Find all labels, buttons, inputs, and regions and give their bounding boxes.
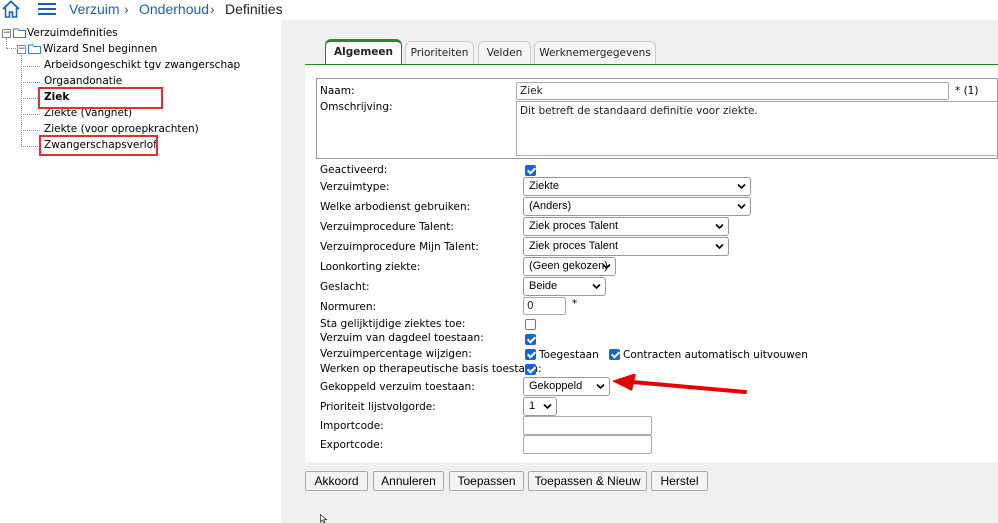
highlight-box — [39, 135, 158, 156]
breadcrumb-definities: Definities — [225, 1, 283, 17]
chevron-down-icon — [737, 183, 746, 190]
tree-group-label[interactable]: Wizard Snel beginnen — [43, 43, 157, 55]
mouse-cursor-icon — [320, 514, 328, 523]
procedure-mijn-talent-label: Verzuimprocedure Mijn Talent: — [320, 241, 479, 253]
arbodienst-label: Welke arbodienst gebruiken: — [320, 201, 471, 213]
naam-label: Naam: — [320, 85, 355, 97]
chevron-down-icon — [596, 383, 605, 390]
gelijktijdige-ziektes-checkbox[interactable] — [525, 319, 536, 330]
chevron-down-icon — [737, 203, 746, 210]
contracten-uitvouwen-label: Contracten automatisch uitvouwen — [623, 349, 808, 361]
geactiveerd-label: Geactiveerd: — [320, 164, 388, 176]
collapse-group-icon[interactable]: − — [17, 45, 26, 54]
highlight-box — [38, 87, 163, 109]
prioriteit-label: Prioriteit lijstvolgorde: — [320, 401, 436, 413]
folder-icon — [13, 28, 26, 38]
breadcrumb-onderhoud[interactable]: Onderhoud — [139, 1, 209, 17]
hamburger-menu-icon[interactable] — [38, 3, 56, 15]
naam-input[interactable]: Ziek — [516, 82, 949, 100]
toegestaan-checkbox[interactable] — [525, 349, 536, 360]
akkoord-button[interactable]: Akkoord — [305, 471, 368, 491]
chevron-down-icon — [715, 243, 724, 250]
omschrijving-label: Omschrijving: — [320, 101, 393, 113]
herstel-button[interactable]: Herstel — [651, 471, 708, 491]
top-bar: Verzuim › Onderhoud › Definities — [0, 0, 998, 20]
verzuimpercentage-label: Verzuimpercentage wijzigen: — [320, 348, 472, 360]
normuren-label: Normuren: — [320, 301, 377, 313]
geslacht-select[interactable]: Beide — [523, 277, 606, 296]
naam-required-marker: * (1) — [955, 85, 979, 97]
folder-icon — [28, 44, 41, 54]
tree-item[interactable]: Ziekte (voor oproepkrachten) — [44, 123, 199, 135]
chevron-down-icon — [602, 263, 611, 270]
annuleren-button[interactable]: Annuleren — [373, 471, 444, 491]
verzuimtype-label: Verzuimtype: — [320, 181, 390, 193]
procedure-talent-label: Verzuimprocedure Talent: — [320, 221, 454, 233]
loonkorting-select[interactable]: (Geen gekozen) — [523, 257, 616, 276]
prioriteit-select[interactable]: 1 — [523, 397, 557, 416]
collapse-root-icon[interactable]: − — [2, 29, 11, 38]
exportcode-label: Exportcode: — [320, 439, 384, 451]
dagdeel-label: Verzuim van dagdeel toestaan: — [320, 332, 484, 344]
tree-item[interactable]: Orgaandonatie — [44, 75, 122, 87]
tree-item[interactable]: Arbeidsongeschikt tgv zwangerschap — [44, 59, 240, 71]
arbodienst-select[interactable]: (Anders) — [523, 197, 751, 216]
breadcrumb-separator: › — [124, 1, 129, 17]
normuren-required-marker: * — [572, 298, 578, 310]
geslacht-label: Geslacht: — [320, 281, 370, 293]
gekoppeld-label: Gekoppeld verzuim toestaan: — [320, 381, 475, 393]
gelijktijdige-ziektes-label: Sta gelijktijdige ziektes toe: — [320, 318, 466, 330]
importcode-input[interactable] — [523, 416, 652, 435]
tab-algemeen[interactable]: Algemeen — [325, 39, 402, 65]
breadcrumb-separator: › — [210, 1, 215, 17]
verzuimtype-select[interactable]: Ziekte — [523, 177, 751, 196]
normuren-input[interactable]: 0 — [523, 297, 566, 315]
tab-werknemergegevens[interactable]: Werknemergegevens — [534, 41, 656, 65]
breadcrumb-verzuim[interactable]: Verzuim — [69, 1, 120, 17]
procedure-talent-select[interactable]: Ziek proces Talent — [523, 217, 729, 236]
omschrijving-textarea[interactable]: Dit betreft de standaard definitie voor … — [516, 101, 998, 156]
gekoppeld-select[interactable]: Gekoppeld — [523, 377, 610, 396]
exportcode-input[interactable] — [523, 435, 652, 454]
procedure-mijn-talent-select[interactable]: Ziek proces Talent — [523, 237, 729, 256]
home-icon[interactable] — [2, 0, 20, 18]
importcode-label: Importcode: — [320, 420, 384, 432]
therapeutisch-label: Werken op therapeutische basis toestaan: — [320, 363, 542, 375]
contracten-uitvouwen-checkbox[interactable] — [609, 349, 620, 360]
toepassen-nieuw-button[interactable]: Toepassen & Nieuw — [528, 471, 647, 491]
loonkorting-label: Loonkorting ziekte: — [320, 261, 421, 273]
geactiveerd-checkbox[interactable] — [525, 165, 536, 176]
chevron-down-icon — [715, 223, 724, 230]
therapeutisch-checkbox[interactable] — [525, 364, 536, 375]
chevron-down-icon — [543, 403, 552, 410]
tab-velden[interactable]: Velden — [478, 41, 531, 65]
tab-prioriteiten[interactable]: Prioriteiten — [405, 41, 474, 65]
tree-root-label[interactable]: Verzuimdefinities — [27, 27, 118, 39]
toepassen-button[interactable]: Toepassen — [449, 471, 524, 491]
chevron-down-icon — [592, 283, 601, 290]
toegestaan-label: Toegestaan — [539, 349, 599, 361]
red-arrow-annotation — [612, 374, 747, 394]
dagdeel-checkbox[interactable] — [525, 334, 536, 345]
